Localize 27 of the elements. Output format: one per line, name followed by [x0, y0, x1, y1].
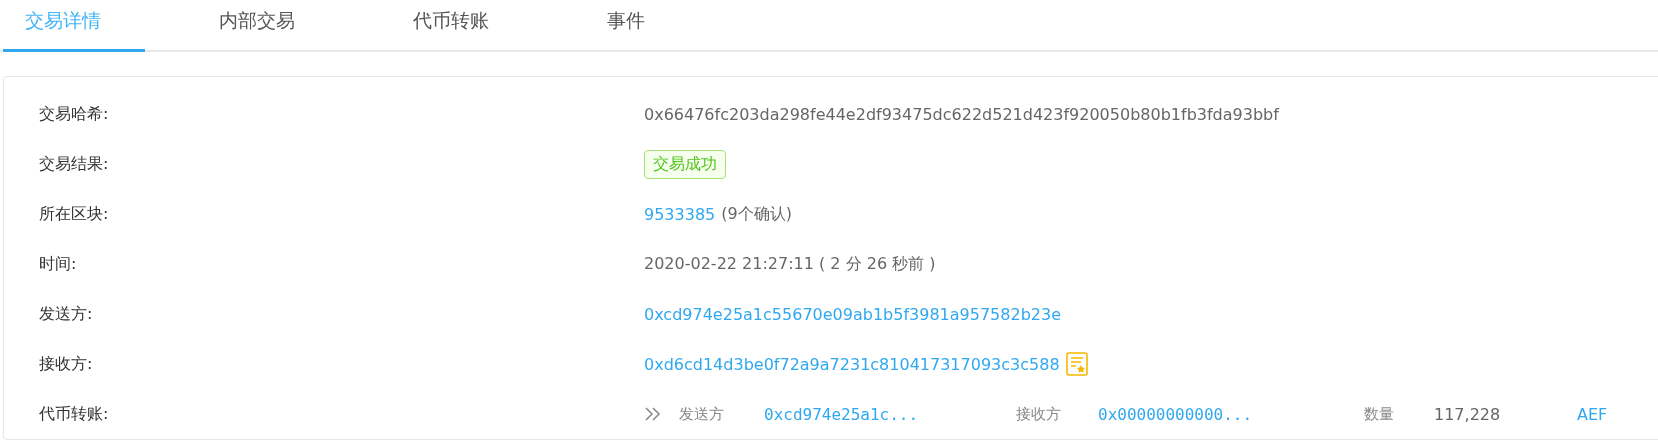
field-label: 交易哈希:: [39, 103, 110, 125]
field-label: 数量: [1364, 404, 1394, 424]
address-link[interactable]: 0xcd974e25a1c...: [764, 404, 919, 424]
tab[interactable]: 事件: [585, 0, 667, 52]
contract-icon: [1065, 352, 1088, 376]
field-label: 发送方:: [39, 303, 94, 325]
tab[interactable]: 交易详情: [3, 0, 145, 52]
tab[interactable]: 内部交易: [197, 0, 317, 52]
amount-value: 117,228: [1434, 404, 1501, 424]
status-badge: 交易成功: [644, 149, 726, 179]
field-label: 时间:: [39, 253, 78, 275]
address-link[interactable]: 0xd6cd14d3be0f72a9a7231c810417317093c3c588: [644, 354, 1060, 374]
field-label: 接收方: [1016, 404, 1061, 424]
block-link[interactable]: 9533385: [644, 204, 716, 224]
field-label: 所在区块:: [39, 203, 110, 225]
detail-value: 0x66476fc203da298fe44e2df93475dc622d521d423f920050b80b1fb3fda93bbf: [644, 104, 1281, 124]
confirmation-count: (9个确认): [721, 203, 792, 225]
token-link[interactable]: AEF: [1577, 404, 1608, 424]
field-label: 代币转账:: [39, 403, 110, 425]
address-link[interactable]: 0x00000000000...: [1098, 404, 1253, 424]
address-link[interactable]: 0xcd974e25a1c55670e09ab1b5f3981a957582b23e: [644, 304, 1061, 324]
tab[interactable]: 代币转账: [391, 0, 511, 52]
double-chevron-icon: [644, 406, 662, 422]
field-label: 发送方: [679, 404, 724, 424]
field-label: 接收方:: [39, 353, 94, 375]
detail-value: 2020-02-22 21:27:11 ( 2 分 26 秒前 ): [644, 253, 937, 275]
field-label: 交易结果:: [39, 153, 110, 175]
